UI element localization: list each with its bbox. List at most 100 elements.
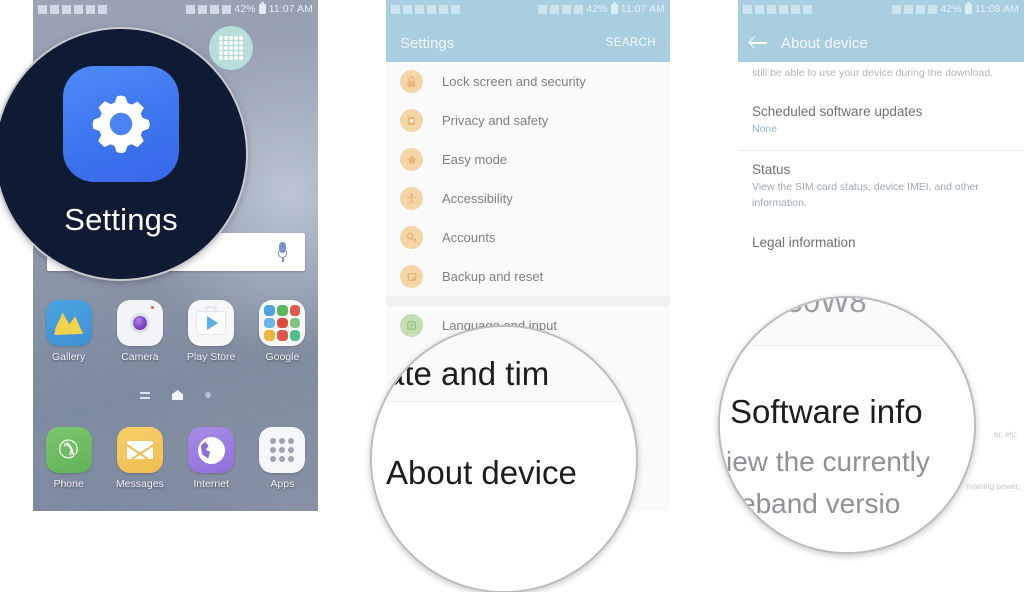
app-label: Google xyxy=(265,351,300,363)
app-label: Camera xyxy=(121,351,159,363)
bluetooth-icon xyxy=(186,4,196,14)
app-icon xyxy=(98,4,107,14)
status-bar-phone1: 42% 11:07 AM xyxy=(33,0,318,18)
item-subtitle: None xyxy=(752,123,778,136)
wifi-icon xyxy=(210,4,220,14)
privacy-hand-icon xyxy=(400,109,423,132)
magnifier-about-device: ate and tim About device xyxy=(370,325,638,592)
app-camera[interactable]: Camera xyxy=(104,300,175,363)
clock: 11:07 AM xyxy=(620,3,665,15)
internet-icon xyxy=(188,427,235,473)
lock-icon xyxy=(791,4,800,14)
magnified-text-sub-line2: seband versio xyxy=(726,488,901,519)
settings-item-label: Easy mode xyxy=(442,152,508,167)
app-messages[interactable]: Messages xyxy=(104,427,175,490)
settings-item-label: Backup and reset xyxy=(442,269,544,284)
about-item-status[interactable]: Status View the SIM card status, device … xyxy=(738,151,1024,223)
status-bar-right: 42% 11:08 AM xyxy=(892,2,1019,15)
app-row-1: Gallery Camera Play Store Google xyxy=(33,300,318,363)
settings-gear-icon xyxy=(63,66,179,182)
partial-description-text: still be able to use your device during … xyxy=(752,67,994,79)
home-icon xyxy=(172,390,183,400)
screenshot-icon xyxy=(38,4,47,14)
battery-icon xyxy=(610,2,618,14)
cloud-icon xyxy=(415,4,424,14)
magnified-text-model-number: -G930W8 xyxy=(734,296,867,319)
status-bar-left-icons xyxy=(38,4,107,14)
data-transfer-icon xyxy=(74,4,83,14)
screenshot-icon xyxy=(743,4,752,14)
app-label: Apps xyxy=(270,478,295,490)
recents-icon xyxy=(140,391,150,399)
page-indicator xyxy=(33,390,318,400)
battery-icon xyxy=(964,2,972,14)
play-store-icon xyxy=(188,300,235,346)
search-button[interactable]: SEARCH xyxy=(606,37,656,49)
wifi-icon xyxy=(916,4,926,14)
about-item-scheduled-updates[interactable]: Scheduled software updates None xyxy=(738,93,1024,150)
settings-item-accounts[interactable]: Accounts xyxy=(386,218,670,257)
settings-item-easy-mode[interactable]: Easy mode xyxy=(386,140,670,179)
app-phone[interactable]: Phone xyxy=(33,427,104,490)
cloud-icon xyxy=(62,4,71,14)
app-label: Messages xyxy=(115,478,164,490)
app-internet[interactable]: Internet xyxy=(176,427,247,490)
back-arrow-icon[interactable] xyxy=(750,36,767,50)
nfc-icon xyxy=(198,4,208,14)
app-label: Gallery xyxy=(51,351,86,363)
magnified-text-software-info: Software info xyxy=(730,393,923,430)
page-dot xyxy=(205,392,211,398)
wifi-icon xyxy=(562,4,572,14)
item-title: Legal information xyxy=(752,234,856,250)
item-title: Status xyxy=(752,162,791,178)
bluetooth-icon xyxy=(892,4,902,14)
about-item-legal-information[interactable]: Legal information xyxy=(738,224,1024,263)
settings-item-accessibility[interactable]: Accessibility xyxy=(386,179,670,218)
app-label: Play Store xyxy=(186,351,236,363)
lock-icon xyxy=(86,4,95,14)
status-bar-phone3: 42% 11:08 AM xyxy=(738,0,1024,18)
app-play-store[interactable]: Play Store xyxy=(176,300,247,363)
settings-item-privacy[interactable]: Privacy and safety xyxy=(386,101,670,140)
camera-icon xyxy=(116,300,163,346)
app-google-folder[interactable]: Google xyxy=(247,300,318,363)
app-label: Internet xyxy=(193,478,229,490)
messages-icon xyxy=(116,427,163,473)
backup-reset-icon xyxy=(400,265,423,288)
app-apps[interactable]: Apps xyxy=(247,427,318,490)
image-icon xyxy=(50,4,59,14)
settings-item-label: Accounts xyxy=(442,230,496,245)
nfc-icon xyxy=(550,4,560,14)
bluetooth-icon xyxy=(538,4,548,14)
battery-percent: 42% xyxy=(940,3,962,15)
language-input-icon xyxy=(384,335,406,357)
settings-item-label: Privacy and safety xyxy=(442,113,549,128)
settings-item-backup-reset[interactable]: Backup and reset xyxy=(386,257,670,296)
status-bar-right: 42% 11:07 AM xyxy=(538,2,665,15)
app-icon xyxy=(451,4,460,14)
apps-grid-icon xyxy=(259,427,306,473)
item-subtitle: View the SIM card status, device IMEI, a… xyxy=(752,181,979,209)
app-gallery[interactable]: Gallery xyxy=(33,300,104,363)
magnifier-settings-app: Settings xyxy=(0,27,248,281)
dock-row: Phone Messages Internet Apps xyxy=(33,427,318,490)
key-icon xyxy=(400,226,423,249)
page-title: Settings xyxy=(400,34,455,52)
clock: 11:07 AM xyxy=(268,3,313,15)
lock-icon xyxy=(400,70,423,93)
about-device-header-row: About device xyxy=(738,24,1024,62)
magnifier-content: ate and tim About device xyxy=(372,327,636,591)
settings-item-lock-screen[interactable]: Lock screen and security xyxy=(386,62,670,101)
battery-percent: 42% xyxy=(234,3,256,15)
cloud-icon xyxy=(767,4,776,14)
page-title: About device xyxy=(781,34,868,52)
nfc-icon xyxy=(904,4,914,14)
app-dots-widget[interactable] xyxy=(209,26,253,70)
magnified-text-sub-line1: iew the currently xyxy=(726,446,930,477)
google-folder-icon xyxy=(259,300,306,346)
screenshot-stage: 42% 11:07 AM Gallery Camera Play Store G… xyxy=(0,0,1024,592)
microphone-icon[interactable] xyxy=(278,242,287,262)
status-bar-left-icons xyxy=(743,4,812,14)
settings-header-row: Settings SEARCH xyxy=(386,24,670,62)
phone-icon xyxy=(45,427,92,473)
